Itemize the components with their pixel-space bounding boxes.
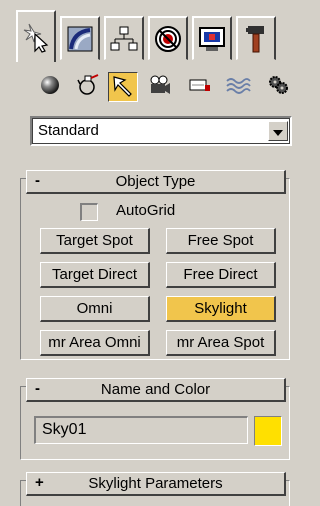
autogrid-checkbox[interactable] — [80, 203, 98, 221]
free-direct-button[interactable]: Free Direct — [166, 262, 276, 288]
category-helpers[interactable] — [186, 72, 214, 100]
category-lights[interactable] — [108, 72, 138, 102]
category-geometry[interactable] — [36, 72, 64, 100]
omni-button[interactable]: Omni — [40, 296, 150, 322]
modify-curve-icon — [65, 24, 95, 54]
skylight-button[interactable]: Skylight — [166, 296, 276, 322]
object-name-field[interactable]: Sky01 — [34, 416, 248, 444]
chevron-down-icon — [273, 123, 283, 139]
command-panel-tabs — [14, 8, 290, 62]
tab-display[interactable] — [192, 16, 232, 60]
autogrid-label: AutoGrid — [116, 202, 176, 219]
name-and-color-header[interactable]: - Name and Color — [26, 378, 286, 402]
rollout-title: Skylight Parameters — [88, 475, 223, 492]
free-spot-button[interactable]: Free Spot — [166, 228, 276, 254]
mr-area-omni-button[interactable]: mr Area Omni — [40, 330, 150, 356]
dropdown-value: Standard — [38, 122, 99, 139]
category-systems[interactable] — [264, 72, 292, 100]
cameras-icon — [148, 74, 172, 99]
rollout-title: Object Type — [115, 173, 196, 190]
mr-area-spot-button[interactable]: mr Area Spot — [166, 330, 276, 356]
skylight-parameters-header[interactable]: + Skylight Parameters — [26, 472, 286, 496]
rollout-title: Name and Color — [100, 381, 211, 398]
create-star-cursor-icon — [21, 21, 51, 53]
space-warps-icon — [225, 74, 251, 99]
motion-icon — [153, 24, 183, 54]
tab-utilities[interactable] — [236, 16, 276, 60]
target-direct-button[interactable]: Target Direct — [40, 262, 150, 288]
tab-hierarchy[interactable] — [104, 16, 144, 60]
tab-motion[interactable] — [148, 16, 188, 60]
hierarchy-icon — [109, 24, 139, 54]
shapes-icon — [76, 73, 100, 100]
helpers-icon — [187, 75, 213, 98]
utilities-hammer-icon — [241, 23, 271, 55]
dropdown-arrow-button[interactable] — [268, 121, 288, 141]
object-color-swatch[interactable] — [254, 416, 282, 446]
display-monitor-icon — [197, 24, 227, 54]
category-cameras[interactable] — [146, 72, 174, 100]
category-dropdown[interactable]: Standard — [30, 116, 292, 146]
category-space-warps[interactable] — [224, 72, 252, 100]
geometry-sphere-icon — [39, 74, 61, 99]
systems-icon — [266, 73, 290, 100]
target-spot-button[interactable]: Target Spot — [40, 228, 150, 254]
object-type-header[interactable]: - Object Type — [26, 170, 286, 194]
tab-modify[interactable] — [60, 16, 100, 60]
tab-create[interactable] — [16, 10, 56, 62]
lights-icon — [111, 74, 135, 101]
category-shapes[interactable] — [74, 72, 102, 100]
